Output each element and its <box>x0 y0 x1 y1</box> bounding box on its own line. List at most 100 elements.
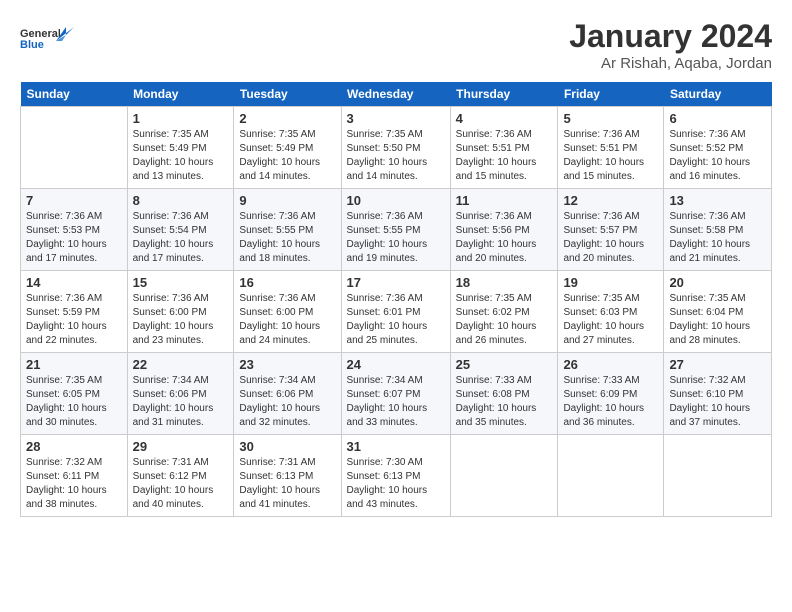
day-number: 17 <box>347 275 445 290</box>
calendar-cell: 8Sunrise: 7:36 AM Sunset: 5:54 PM Daylig… <box>127 189 234 271</box>
weekday-header: Wednesday <box>341 82 450 107</box>
calendar-cell: 27Sunrise: 7:32 AM Sunset: 6:10 PM Dayli… <box>664 353 772 435</box>
day-number: 14 <box>26 275 122 290</box>
calendar-cell: 16 Sunrise: 7:36 AM Sunset: 6:00 PM Dayli… <box>234 271 341 353</box>
calendar-body: 1 Sunrise: 7:35 AM Sunset: 5:49 PM Daylig… <box>21 107 772 517</box>
day-info: Sunrise: 7:31 AM Sunset: 6:13 PM Dayligh… <box>239 456 335 512</box>
day-number: 30 <box>239 439 335 454</box>
weekday-header: Monday <box>127 82 234 107</box>
calendar-week-row: 28Sunrise: 7:32 AM Sunset: 6:11 PM Dayli… <box>21 435 772 517</box>
calendar-cell: 6 Sunrise: 7:36 AM Sunset: 5:52 PM Daylig… <box>664 107 772 189</box>
calendar-cell: 25 Sunrise: 7:33 AM Sunset: 6:08 PM Dayli… <box>450 353 558 435</box>
calendar-week-row: 7 Sunrise: 7:36 AM Sunset: 5:53 PM Daylig… <box>21 189 772 271</box>
day-info: Sunrise: 7:31 AM Sunset: 6:12 PM Dayligh… <box>133 456 229 512</box>
day-info: Sunrise: 7:35 AM Sunset: 6:03 PM Dayligh… <box>563 292 658 348</box>
calendar-cell: 23 Sunrise: 7:34 AM Sunset: 6:06 PM Dayli… <box>234 353 341 435</box>
calendar-cell: 22 Sunrise: 7:34 AM Sunset: 6:06 PM Dayli… <box>127 353 234 435</box>
calendar-header: SundayMondayTuesdayWednesdayThursdayFrid… <box>21 82 772 107</box>
day-info: Sunrise: 7:32 AM Sunset: 6:10 PM Dayligh… <box>669 374 766 430</box>
calendar-cell: 29Sunrise: 7:31 AM Sunset: 6:12 PM Dayli… <box>127 435 234 517</box>
weekday-header: Saturday <box>664 82 772 107</box>
calendar-cell: 19 Sunrise: 7:35 AM Sunset: 6:03 PM Dayli… <box>558 271 664 353</box>
weekday-header-row: SundayMondayTuesdayWednesdayThursdayFrid… <box>21 82 772 107</box>
day-info: Sunrise: 7:36 AM Sunset: 6:01 PM Dayligh… <box>347 292 445 348</box>
calendar-cell: 4 Sunrise: 7:36 AM Sunset: 5:51 PM Daylig… <box>450 107 558 189</box>
calendar-week-row: 21 Sunrise: 7:35 AM Sunset: 6:05 PM Dayli… <box>21 353 772 435</box>
calendar-cell: 26 Sunrise: 7:33 AM Sunset: 6:09 PM Dayli… <box>558 353 664 435</box>
day-info: Sunrise: 7:33 AM Sunset: 6:09 PM Dayligh… <box>563 374 658 430</box>
day-number: 16 <box>239 275 335 290</box>
day-number: 18 <box>456 275 553 290</box>
day-number: 11 <box>456 193 553 208</box>
day-info: Sunrise: 7:36 AM Sunset: 5:58 PM Dayligh… <box>669 210 766 266</box>
logo-bird-icon <box>52 23 74 45</box>
day-number: 3 <box>347 111 445 126</box>
day-info: Sunrise: 7:36 AM Sunset: 6:00 PM Dayligh… <box>239 292 335 348</box>
day-number: 20 <box>669 275 766 290</box>
calendar-week-row: 14 Sunrise: 7:36 AM Sunset: 5:59 PM Dayli… <box>21 271 772 353</box>
day-number: 13 <box>669 193 766 208</box>
day-info: Sunrise: 7:36 AM Sunset: 6:00 PM Dayligh… <box>133 292 229 348</box>
calendar-cell <box>664 435 772 517</box>
day-number: 4 <box>456 111 553 126</box>
day-number: 7 <box>26 193 122 208</box>
day-info: Sunrise: 7:34 AM Sunset: 6:07 PM Dayligh… <box>347 374 445 430</box>
day-number: 22 <box>133 357 229 372</box>
day-number: 25 <box>456 357 553 372</box>
day-info: Sunrise: 7:36 AM Sunset: 5:55 PM Dayligh… <box>239 210 335 266</box>
day-info: Sunrise: 7:34 AM Sunset: 6:06 PM Dayligh… <box>133 374 229 430</box>
svg-text:Blue: Blue <box>20 39 44 51</box>
calendar-cell: 18 Sunrise: 7:35 AM Sunset: 6:02 PM Dayli… <box>450 271 558 353</box>
day-info: Sunrise: 7:35 AM Sunset: 5:49 PM Dayligh… <box>239 128 335 184</box>
day-info: Sunrise: 7:32 AM Sunset: 6:11 PM Dayligh… <box>26 456 122 512</box>
calendar-week-row: 1 Sunrise: 7:35 AM Sunset: 5:49 PM Daylig… <box>21 107 772 189</box>
calendar-cell: 24 Sunrise: 7:34 AM Sunset: 6:07 PM Dayli… <box>341 353 450 435</box>
day-number: 21 <box>26 357 122 372</box>
day-info: Sunrise: 7:36 AM Sunset: 5:55 PM Dayligh… <box>347 210 445 266</box>
day-number: 5 <box>563 111 658 126</box>
day-number: 23 <box>239 357 335 372</box>
calendar-cell <box>558 435 664 517</box>
day-number: 31 <box>347 439 445 454</box>
page: General Blue January 2024 Ar Rishah, Aqa… <box>0 0 792 527</box>
weekday-header: Tuesday <box>234 82 341 107</box>
day-number: 1 <box>133 111 229 126</box>
day-info: Sunrise: 7:34 AM Sunset: 6:06 PM Dayligh… <box>239 374 335 430</box>
calendar-cell: 9Sunrise: 7:36 AM Sunset: 5:55 PM Daylig… <box>234 189 341 271</box>
calendar-cell: 17 Sunrise: 7:36 AM Sunset: 6:01 PM Dayli… <box>341 271 450 353</box>
calendar-cell: 5 Sunrise: 7:36 AM Sunset: 5:51 PM Daylig… <box>558 107 664 189</box>
day-number: 12 <box>563 193 658 208</box>
day-info: Sunrise: 7:35 AM Sunset: 5:50 PM Dayligh… <box>347 128 445 184</box>
day-info: Sunrise: 7:35 AM Sunset: 6:02 PM Dayligh… <box>456 292 553 348</box>
calendar-cell: 3 Sunrise: 7:35 AM Sunset: 5:50 PM Daylig… <box>341 107 450 189</box>
day-info: Sunrise: 7:36 AM Sunset: 5:51 PM Dayligh… <box>563 128 658 184</box>
calendar-cell: 1 Sunrise: 7:35 AM Sunset: 5:49 PM Daylig… <box>127 107 234 189</box>
day-number: 10 <box>347 193 445 208</box>
weekday-header: Thursday <box>450 82 558 107</box>
day-info: Sunrise: 7:36 AM Sunset: 5:53 PM Dayligh… <box>26 210 122 266</box>
calendar-cell: 11 Sunrise: 7:36 AM Sunset: 5:56 PM Dayli… <box>450 189 558 271</box>
day-info: Sunrise: 7:33 AM Sunset: 6:08 PM Dayligh… <box>456 374 553 430</box>
calendar-cell: 21 Sunrise: 7:35 AM Sunset: 6:05 PM Dayli… <box>21 353 128 435</box>
weekday-header: Sunday <box>21 82 128 107</box>
calendar-cell <box>450 435 558 517</box>
day-info: Sunrise: 7:30 AM Sunset: 6:13 PM Dayligh… <box>347 456 445 512</box>
day-info: Sunrise: 7:36 AM Sunset: 5:52 PM Dayligh… <box>669 128 766 184</box>
day-info: Sunrise: 7:35 AM Sunset: 5:49 PM Dayligh… <box>133 128 229 184</box>
day-info: Sunrise: 7:35 AM Sunset: 6:05 PM Dayligh… <box>26 374 122 430</box>
day-number: 24 <box>347 357 445 372</box>
weekday-header: Friday <box>558 82 664 107</box>
day-info: Sunrise: 7:35 AM Sunset: 6:04 PM Dayligh… <box>669 292 766 348</box>
header: General Blue January 2024 Ar Rishah, Aqa… <box>20 18 772 72</box>
calendar-cell <box>21 107 128 189</box>
day-number: 6 <box>669 111 766 126</box>
day-number: 2 <box>239 111 335 126</box>
day-number: 26 <box>563 357 658 372</box>
day-info: Sunrise: 7:36 AM Sunset: 5:51 PM Dayligh… <box>456 128 553 184</box>
calendar-cell: 30 Sunrise: 7:31 AM Sunset: 6:13 PM Dayli… <box>234 435 341 517</box>
day-info: Sunrise: 7:36 AM Sunset: 5:59 PM Dayligh… <box>26 292 122 348</box>
day-number: 19 <box>563 275 658 290</box>
day-info: Sunrise: 7:36 AM Sunset: 5:56 PM Dayligh… <box>456 210 553 266</box>
calendar-cell: 10 Sunrise: 7:36 AM Sunset: 5:55 PM Dayli… <box>341 189 450 271</box>
calendar-cell: 12Sunrise: 7:36 AM Sunset: 5:57 PM Dayli… <box>558 189 664 271</box>
